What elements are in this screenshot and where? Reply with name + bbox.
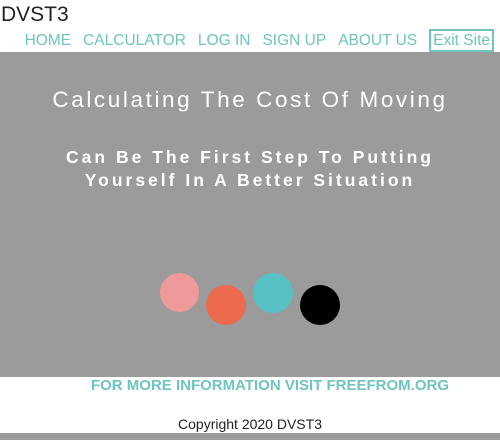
nav-calculator-link[interactable]: CALCULATOR [83, 32, 186, 50]
decorative-dot-teal [253, 273, 293, 313]
copyright-text: Copyright 2020 DVST3 [178, 416, 322, 432]
nav-home-link[interactable]: HOME [25, 32, 72, 50]
main-nav: HOME CALCULATOR LOG IN SIGN UP ABOUT US … [25, 29, 494, 52]
hero-subtitle-line-2: Yourself In A Better Situation [84, 170, 416, 190]
exit-site-button[interactable]: Exit Site [429, 29, 494, 52]
nav-login-link[interactable]: LOG IN [198, 32, 251, 50]
footer-bar [0, 433, 500, 440]
nav-about-link[interactable]: ABOUT US [338, 32, 417, 50]
nav-signup-link[interactable]: SIGN UP [262, 32, 326, 50]
more-info-link[interactable]: FOR MORE INFORMATION VISIT FREEFROM.ORG [0, 377, 500, 395]
hero-banner: Calculating The Cost Of Moving Can Be Th… [0, 52, 500, 377]
decorative-dot-pink [160, 273, 199, 312]
site-brand: DVST3 [1, 3, 69, 26]
page: DVST3 HOME CALCULATOR LOG IN SIGN UP ABO… [0, 0, 500, 440]
hero-subtitle-line-1: Can Be The First Step To Putting [66, 147, 434, 167]
decorative-dot-black [300, 285, 340, 325]
decorative-dot-orange [206, 285, 246, 325]
hero-title: Calculating The Cost Of Moving [52, 87, 448, 112]
hero-subtitle: Can Be The First Step To Putting Yoursel… [0, 146, 500, 192]
